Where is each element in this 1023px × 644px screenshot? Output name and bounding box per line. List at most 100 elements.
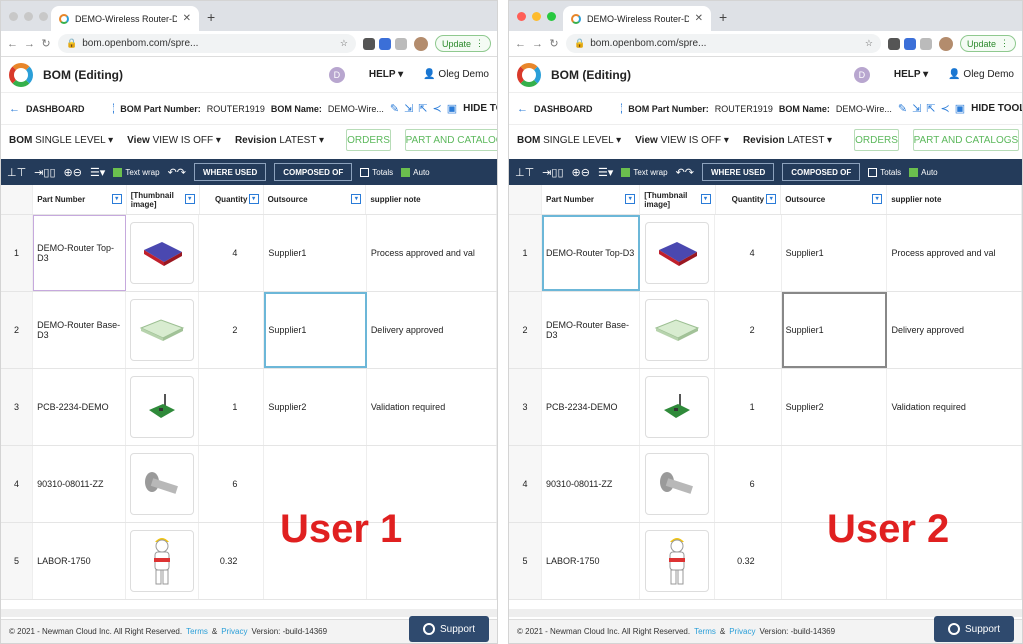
import-icon[interactable]: ⇲ — [912, 102, 921, 115]
column-header[interactable]: Part Number ▾ — [33, 185, 127, 214]
hierarchy-icon[interactable]: ⊥⊤ — [515, 166, 534, 179]
filter-icon[interactable]: ▾ — [184, 194, 195, 204]
hierarchy-icon[interactable]: ⊥⊤ — [7, 166, 26, 179]
column-header[interactable]: Part Number ▾ — [542, 185, 641, 214]
close-tab-icon[interactable]: ✕ — [695, 13, 703, 24]
outsource-cell[interactable]: Supplier1 — [781, 292, 888, 368]
part-catalogs-button[interactable]: PART AND CATALOGS — [912, 129, 1019, 151]
revision-dropdown[interactable]: Revision LATEST ▾ — [743, 135, 832, 146]
new-tab-icon[interactable]: + — [719, 9, 727, 25]
thumbnail-cell[interactable] — [640, 369, 716, 445]
user-menu[interactable]: 👤 Oleg Demo — [948, 69, 1014, 80]
orders-button[interactable]: ORDERS — [854, 129, 899, 151]
thumbnail-cell[interactable] — [126, 523, 200, 599]
support-button[interactable]: Support — [409, 616, 489, 642]
filter-icon[interactable]: ▾ — [351, 194, 362, 204]
column-header[interactable]: [Thumbnail image] ▾ — [640, 185, 716, 214]
back-icon[interactable]: ← — [7, 38, 18, 50]
minimize-window-icon[interactable] — [24, 12, 33, 21]
part-number-cell[interactable]: PCB-2234-DEMO — [33, 369, 127, 445]
extension-icon[interactable] — [378, 37, 391, 50]
forward-icon[interactable]: → — [24, 38, 35, 50]
update-button[interactable]: Update ⋮ — [434, 35, 491, 52]
close-window-icon[interactable] — [517, 12, 526, 21]
export-icon[interactable]: ⇱ — [418, 102, 427, 115]
composed-of-button[interactable]: COMPOSED OF — [782, 163, 861, 181]
table-row[interactable]: 1 DEMO-Router Top-D3 4 Supplier1 Process app… — [509, 215, 1022, 292]
part-number-cell[interactable]: DEMO-Router Top-D3 — [33, 215, 127, 291]
filter-icon[interactable]: ▾ — [766, 194, 777, 204]
orders-button[interactable]: ORDERS — [346, 129, 391, 151]
thumbnail-cell[interactable] — [126, 446, 200, 522]
quantity-cell[interactable]: 0.32 — [199, 523, 265, 599]
thumbnail-cell[interactable] — [640, 215, 716, 291]
supplier-note-cell[interactable]: Process approved and val — [367, 215, 497, 291]
supplier-note-cell[interactable]: Delivery approved — [887, 292, 1022, 368]
outsource-cell[interactable]: Supplier2 — [264, 369, 367, 445]
reload-icon[interactable]: ↻ — [41, 37, 51, 50]
filter-icon[interactable]: ▾ — [872, 194, 883, 204]
column-header[interactable]: supplier note — [366, 185, 497, 214]
quantity-cell[interactable]: 2 — [715, 292, 782, 368]
extension-icon[interactable] — [362, 37, 375, 50]
part-number-cell[interactable]: DEMO-Router Base-D3 — [542, 292, 641, 368]
supplier-note-cell[interactable]: Validation required — [887, 369, 1022, 445]
profile-avatar[interactable] — [938, 36, 953, 51]
supplier-note-cell[interactable]: Process approved and val — [887, 215, 1022, 291]
totals-checkbox[interactable]: Totals — [868, 167, 901, 177]
update-button[interactable]: Update ⋮ — [959, 35, 1016, 52]
forward-icon[interactable]: → — [532, 38, 543, 50]
totals-checkbox[interactable]: Totals — [360, 167, 393, 177]
filter-icon[interactable]: ▾ — [700, 194, 711, 204]
profile-avatar[interactable] — [413, 36, 428, 51]
quantity-cell[interactable]: 1 — [715, 369, 782, 445]
extension-icon[interactable] — [394, 37, 407, 50]
outsource-cell[interactable]: Supplier2 — [782, 369, 888, 445]
save-icon[interactable]: ▣ — [955, 102, 965, 115]
where-used-button[interactable]: WHERE USED — [194, 163, 267, 181]
help-menu[interactable]: HELP ▾ — [369, 69, 403, 80]
quantity-cell[interactable]: 2 — [199, 292, 265, 368]
thumbnail-cell[interactable] — [126, 292, 200, 368]
terms-link[interactable]: Terms — [186, 627, 208, 636]
back-arrow-icon[interactable]: ← — [517, 103, 528, 115]
list-options-icon[interactable]: ☰▾ — [90, 166, 105, 179]
table-row[interactable]: 5 LABOR-1750 0.32 — [1, 523, 497, 600]
import-icon[interactable]: ⇲ — [404, 102, 413, 115]
quantity-cell[interactable]: 1 — [199, 369, 265, 445]
undo-redo-icon[interactable]: ↶↷ — [676, 166, 694, 179]
column-header[interactable]: Quantity ▾ — [200, 185, 264, 214]
collaborator-avatar[interactable]: D — [328, 66, 345, 83]
privacy-link[interactable]: Privacy — [729, 627, 755, 636]
thumbnail-cell[interactable] — [126, 215, 200, 291]
thumbnail-cell[interactable] — [640, 446, 716, 522]
thumbnail-cell[interactable] — [126, 369, 200, 445]
collaborator-avatar[interactable]: D — [853, 66, 870, 83]
share-icon[interactable]: ≺ — [433, 102, 442, 115]
column-header[interactable]: Outsource ▾ — [781, 185, 888, 214]
insert-column-icon[interactable]: ⇥▯▯ — [34, 166, 55, 179]
column-header[interactable]: [Thumbnail image] ▾ — [127, 185, 200, 214]
part-number-cell[interactable]: DEMO-Router Top-D3 — [541, 215, 641, 291]
text-wrap-checkbox[interactable]: Text wrap — [621, 167, 668, 177]
bookmark-star-icon[interactable]: ☆ — [340, 38, 348, 49]
user-menu[interactable]: 👤 Oleg Demo — [423, 69, 489, 80]
bom-level-dropdown[interactable]: BOM SINGLE LEVEL ▾ — [517, 135, 621, 146]
reload-icon[interactable]: ↻ — [549, 37, 559, 50]
supplier-note-cell[interactable]: Validation required — [367, 369, 497, 445]
view-dropdown[interactable]: View VIEW IS OFF ▾ — [635, 135, 729, 146]
filter-icon[interactable]: ▾ — [248, 194, 259, 204]
column-header[interactable]: Outsource ▾ — [264, 185, 367, 214]
outsource-cell[interactable]: Supplier1 — [782, 215, 888, 291]
browser-tab[interactable]: DEMO-Wireless Router-D3-1 ✕ — [51, 6, 199, 31]
column-header[interactable]: supplier note — [887, 185, 1022, 214]
where-used-button[interactable]: WHERE USED — [702, 163, 775, 181]
column-header[interactable]: Quantity ▾ — [716, 185, 782, 214]
maximize-window-icon[interactable] — [547, 12, 556, 21]
quantity-cell[interactable]: 6 — [715, 446, 782, 522]
revision-dropdown[interactable]: Revision LATEST ▾ — [235, 135, 324, 146]
browser-tab[interactable]: DEMO-Wireless Router-D3-1 ✕ — [563, 6, 711, 31]
extension-icon[interactable] — [919, 37, 932, 50]
view-dropdown[interactable]: View VIEW IS OFF ▾ — [127, 135, 221, 146]
info-icon[interactable]: i — [112, 103, 115, 114]
